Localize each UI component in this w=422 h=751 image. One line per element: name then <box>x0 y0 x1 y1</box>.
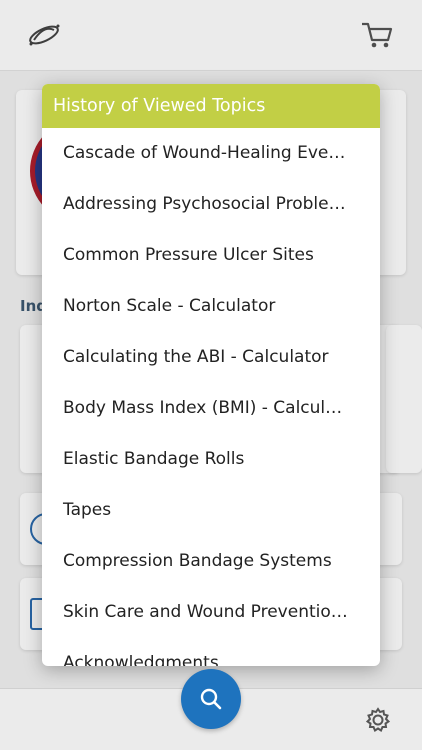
history-item[interactable]: Common Pressure Ulcer Sites <box>42 230 380 281</box>
history-item[interactable]: Elastic Bandage Rolls <box>42 434 380 485</box>
history-item[interactable]: Calculating the ABI - Calculator <box>42 332 380 383</box>
modal-title: History of Viewed Topics <box>42 84 380 128</box>
history-item[interactable]: Body Mass Index (BMI) - Calculator <box>42 383 380 434</box>
history-item[interactable]: Acknowledgments <box>42 638 380 666</box>
history-item[interactable]: Addressing Psychosocial Problems <box>42 179 380 230</box>
history-item[interactable]: Cascade of Wound-Healing Events <box>42 128 380 179</box>
settings-button[interactable] <box>364 706 392 734</box>
history-item[interactable]: Compression Bandage Systems <box>42 536 380 587</box>
history-item[interactable]: Tapes <box>42 485 380 536</box>
history-item[interactable]: Skin Care and Wound Prevention Protocols <box>42 587 380 638</box>
history-list: Cascade of Wound-Healing Events Addressi… <box>42 128 380 666</box>
history-item[interactable]: Norton Scale - Calculator <box>42 281 380 332</box>
history-modal: History of Viewed Topics Cascade of Woun… <box>42 84 380 666</box>
gear-icon <box>364 707 392 737</box>
search-button[interactable] <box>181 669 241 729</box>
